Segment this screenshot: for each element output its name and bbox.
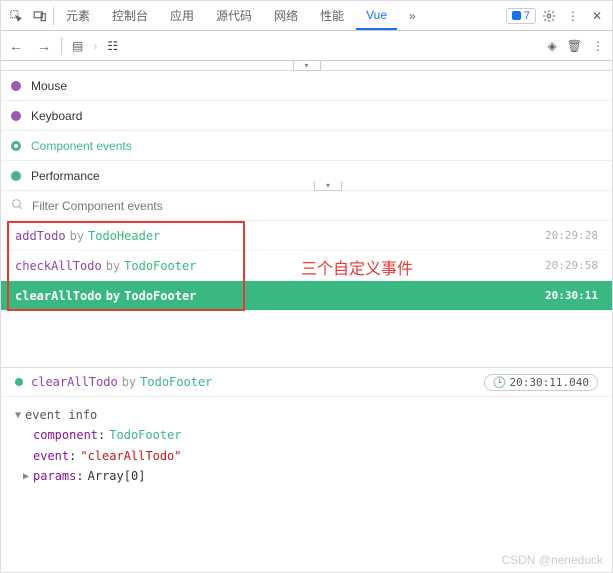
filter-input[interactable] (32, 199, 602, 213)
layers-icon[interactable]: ◈ (548, 39, 557, 53)
gear-icon[interactable] (538, 5, 560, 27)
timestamp-pill: 🕒 20:30:11.040 (484, 374, 598, 391)
detail-component: TodoFooter (140, 375, 212, 389)
detail-event-name: clearAllTodo (31, 375, 118, 389)
forward-icon[interactable]: → (37, 38, 51, 54)
event-component: TodoFooter (124, 289, 196, 303)
badge-count: 7 (524, 10, 530, 22)
event-component: TodoFooter (124, 259, 196, 273)
back-icon[interactable]: ← (9, 38, 23, 54)
tab-vue[interactable]: Vue (356, 2, 397, 30)
tab-performance[interactable]: 性能 (310, 1, 354, 30)
kebab-icon[interactable]: ⋮ (562, 5, 584, 27)
prop-key: params (33, 466, 76, 486)
event-type-keyboard[interactable]: Keyboard (1, 101, 612, 131)
event-name: checkAllTodo (15, 259, 102, 273)
event-type-list: Mouse Keyboard Component events Performa… (1, 71, 612, 191)
tree-prop[interactable]: event: "clearAllTodo" (15, 446, 598, 466)
events-list: 三个自定义事件 addTodo by TodoHeader 20:29:28 c… (1, 221, 612, 311)
clock-icon: 🕒 (493, 376, 507, 389)
close-icon[interactable]: ✕ (586, 5, 608, 27)
separator (53, 7, 54, 25)
prop-value: Array[0] (88, 466, 146, 486)
prop-key: component (33, 425, 98, 445)
event-time: 20:29:28 (545, 229, 598, 242)
event-time: 20:30:11 (545, 289, 598, 302)
prop-value: TodoFooter (109, 425, 181, 445)
vue-toolbar: ← → ▤ › ☷ ◈ 🗑 ⋮ (1, 31, 612, 61)
event-item[interactable]: checkAllTodo by TodoFooter 20:29:58 (1, 251, 612, 281)
event-by: by (106, 259, 120, 273)
delete-icon[interactable]: 🗑 (567, 39, 582, 53)
event-type-component[interactable]: Component events (1, 131, 612, 161)
dot-icon (11, 171, 21, 181)
caret-down-icon: ▼ (15, 407, 21, 424)
tree-prop-expandable[interactable]: ▶ params: Array[0] (15, 466, 598, 486)
prop-value: "clearAllTodo" (80, 446, 181, 466)
collapse-bar: ▾ (1, 61, 612, 71)
event-type-label: Component events (31, 139, 132, 153)
ring-icon (11, 141, 21, 151)
section-label: event info (25, 405, 97, 425)
timestamp: 20:30:11.040 (510, 376, 589, 389)
event-item-selected[interactable]: clearAllTodo by TodoFooter 20:30:11 (1, 281, 612, 311)
tab-application[interactable]: 应用 (160, 1, 204, 30)
tab-sources[interactable]: 源代码 (206, 1, 262, 30)
issues-badge[interactable]: 7 (506, 8, 536, 24)
tab-network[interactable]: 网络 (264, 1, 308, 30)
tab-more[interactable]: » (399, 3, 426, 29)
chevron-right-icon: › (93, 39, 97, 53)
tree-section[interactable]: ▼ event info (15, 405, 598, 425)
dot-icon (11, 111, 21, 121)
event-by: by (106, 289, 120, 303)
tree-prop[interactable]: component: TodoFooter (15, 425, 598, 445)
watermark: CSDN @neneduck (501, 553, 603, 567)
collapse-handle-icon[interactable]: ▾ (314, 181, 342, 191)
component-view-icon[interactable]: ▤ (72, 39, 83, 53)
search-icon (11, 198, 24, 214)
event-time: 20:29:58 (545, 259, 598, 272)
event-component: TodoHeader (88, 229, 160, 243)
caret-right-icon: ▶ (23, 468, 29, 485)
event-type-mouse[interactable]: Mouse (1, 71, 612, 101)
event-by: by (70, 229, 84, 243)
event-type-label: Performance (31, 169, 100, 183)
detail-by: by (122, 375, 136, 389)
detail-header: clearAllTodo by TodoFooter 🕒 20:30:11.04… (1, 367, 612, 397)
devtools-tabs: 元素 控制台 应用 源代码 网络 性能 Vue » 7 ⋮ ✕ (1, 1, 612, 31)
event-item[interactable]: addTodo by TodoHeader 20:29:28 (1, 221, 612, 251)
filter-row: ▾ (1, 191, 612, 221)
device-icon[interactable] (29, 5, 51, 27)
toolbar-kebab-icon[interactable]: ⋮ (592, 39, 604, 53)
timeline-view-icon[interactable]: ☷ (107, 39, 118, 53)
inspect-icon[interactable] (5, 5, 27, 27)
collapse-handle-icon[interactable]: ▾ (293, 61, 321, 71)
dot-icon (15, 378, 23, 386)
tab-elements[interactable]: 元素 (56, 1, 100, 30)
event-type-performance[interactable]: Performance (1, 161, 612, 191)
detail-body: ▼ event info component: TodoFooter event… (1, 397, 612, 495)
dot-icon (11, 81, 21, 91)
event-name: clearAllTodo (15, 289, 102, 303)
tab-console[interactable]: 控制台 (102, 1, 158, 30)
prop-key: event (33, 446, 69, 466)
event-type-label: Keyboard (31, 109, 82, 123)
event-name: addTodo (15, 229, 66, 243)
event-type-label: Mouse (31, 79, 67, 93)
